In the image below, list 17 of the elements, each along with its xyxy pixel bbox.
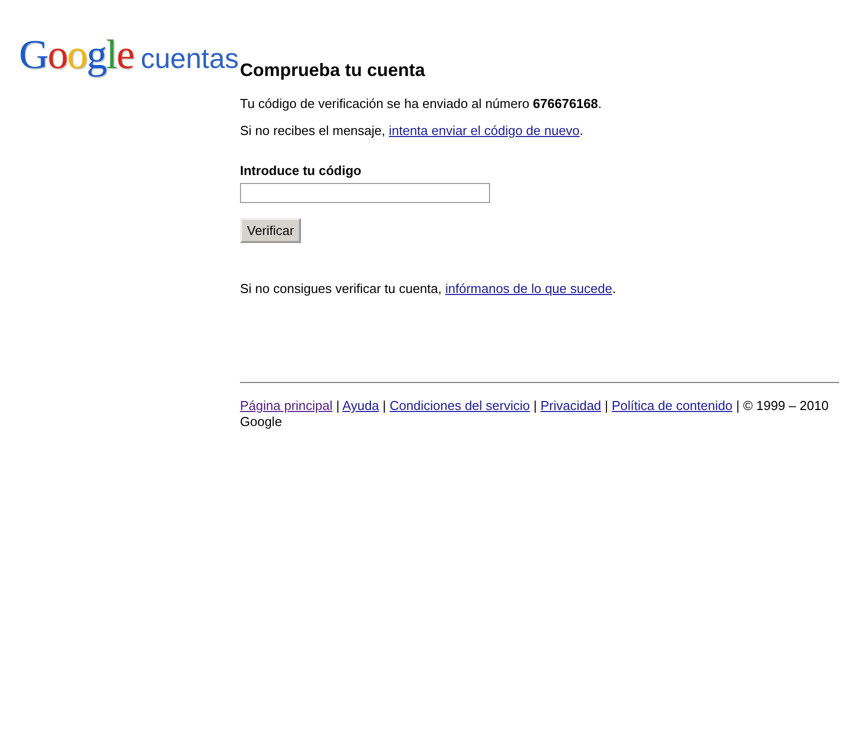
text-link[interactable]: infórmanos de lo que sucede [445,281,612,296]
logo-wordmark: Google [19,30,134,78]
footer-text: Página principal | Ayuda | Condiciones del servicio | Privacidad | Política de contenido | © 1999 – 2010 Google [240,398,830,430]
resend-message: Si no recibes el mensaje, intenta enviar el código de nuevo. [240,123,584,139]
footer-link[interactable]: Privacidad [540,398,602,413]
code-input-field[interactable] [240,183,490,203]
verify-button[interactable]: Verificar [240,218,301,243]
field-label: Introduce tu código [240,163,362,178]
footer-link[interactable]: Página principal [240,398,333,413]
footer-link[interactable]: Política de contenido [612,398,732,413]
page-heading: Comprueba tu cuenta [240,59,426,81]
sent-message: Tu código de verificación se ha enviado al número 676676168. [240,96,603,112]
footer-link[interactable]: Condiciones del servicio [390,398,530,413]
product-name: cuentas [140,43,239,75]
text-link[interactable]: intenta enviar el código de nuevo [388,123,580,138]
help-message: Si no consigues verificar tu cuenta, infórmanos de lo que sucede. [240,281,617,297]
footer-link[interactable]: Ayuda [342,398,380,413]
